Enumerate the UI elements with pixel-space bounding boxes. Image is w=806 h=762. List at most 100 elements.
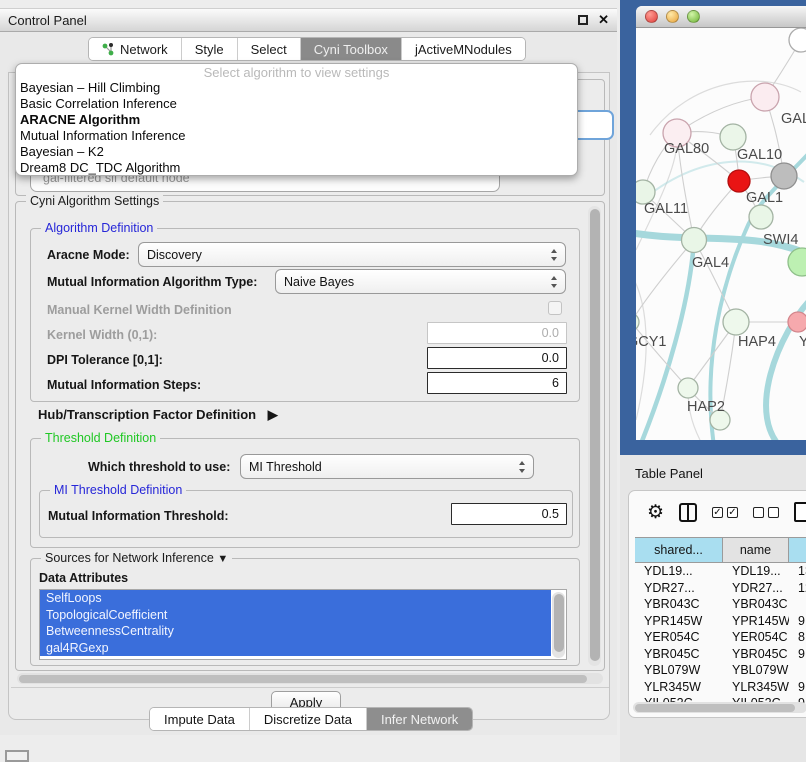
combo-stepper-icon bbox=[551, 246, 557, 264]
cell: YBR045C bbox=[635, 646, 723, 663]
select-all-columns-icon[interactable]: ✓ ✓ bbox=[712, 507, 738, 518]
manual-kernel-checkbox[interactable] bbox=[548, 301, 562, 315]
tab-jactivemnodules[interactable]: jActiveMNodules bbox=[402, 38, 525, 60]
table-row[interactable]: YER054C YER054C 8. bbox=[635, 629, 806, 646]
node-label: Y bbox=[799, 334, 806, 350]
checked-box-icon: ✓ bbox=[727, 507, 738, 518]
popup-item[interactable]: Dream8 DC_TDC Algorithm bbox=[16, 160, 577, 176]
column-header-partial[interactable] bbox=[789, 538, 806, 562]
unchecked-box-icon bbox=[753, 507, 764, 518]
node-gal4[interactable] bbox=[682, 228, 707, 253]
tab-cyni-toolbox[interactable]: Cyni Toolbox bbox=[301, 38, 402, 60]
popup-item[interactable]: Bayesian – Hill Climbing bbox=[16, 80, 577, 96]
list-scrollbar[interactable] bbox=[552, 592, 565, 658]
close-icon[interactable]: ✕ bbox=[598, 12, 609, 28]
node[interactable] bbox=[789, 28, 806, 52]
table-panel-card: ⚙ ✓ ✓ shared... name bbox=[628, 490, 806, 718]
table-row[interactable]: YDR27... YDR27... 12 bbox=[635, 580, 806, 597]
node[interactable] bbox=[751, 83, 779, 111]
popup-item[interactable]: Bayesian – K2 bbox=[16, 144, 577, 160]
close-window-icon[interactable] bbox=[645, 10, 658, 23]
aracne-mode-combo[interactable]: Discovery bbox=[138, 242, 566, 267]
table-row[interactable]: YPR145W YPR145W 9. bbox=[635, 613, 806, 630]
docked-panel-grip[interactable] bbox=[5, 750, 29, 762]
minimize-window-icon[interactable] bbox=[666, 10, 679, 23]
split-view-icon[interactable] bbox=[679, 503, 697, 522]
popup-item[interactable]: Mutual Information Inference bbox=[16, 128, 577, 144]
popup-placeholder: Select algorithm to view settings bbox=[16, 64, 577, 80]
gear-icon[interactable]: ⚙ bbox=[647, 501, 664, 524]
sources-group-title[interactable]: Sources for Network Inference ▼ bbox=[41, 551, 232, 565]
node-swi4[interactable] bbox=[749, 205, 773, 229]
node-gray[interactable] bbox=[771, 163, 797, 189]
list-item[interactable]: TopologicalCoefficient bbox=[40, 607, 551, 624]
table-panel: Table Panel ⚙ ✓ ✓ shared... name bbox=[620, 455, 806, 762]
kernel-width-field[interactable]: 0.0 bbox=[427, 322, 567, 344]
data-attributes-list[interactable]: SelfLoops TopologicalCoefficient Between… bbox=[39, 589, 567, 660]
table-row[interactable]: YDL19... YDL19... 13 bbox=[635, 563, 806, 580]
list-item[interactable]: gal4RGexp bbox=[40, 640, 551, 657]
table-hscrollbar[interactable] bbox=[633, 702, 806, 713]
network-canvas[interactable]: GAL GAL80 GAL10 GAL1 GAL11 SWI4 GAL4 GCY… bbox=[636, 28, 806, 440]
cell: YDR27... bbox=[635, 580, 723, 597]
cell: YBL079W bbox=[635, 662, 723, 679]
cell: YDL19... bbox=[635, 563, 723, 580]
cell: 9. bbox=[789, 646, 806, 663]
table-row[interactable]: YBL079W YBL079W bbox=[635, 662, 806, 679]
tab-select[interactable]: Select bbox=[238, 38, 301, 60]
zoom-window-icon[interactable] bbox=[687, 10, 700, 23]
network-window-titlebar[interactable] bbox=[636, 6, 806, 28]
node-salmon[interactable] bbox=[788, 312, 806, 332]
hub-definition-toggle[interactable]: Hub/Transcription Factor Definition ▶ bbox=[38, 407, 278, 423]
table-row[interactable]: YLR345W YLR345W 9. bbox=[635, 679, 806, 696]
tab-select-label: Select bbox=[251, 42, 287, 57]
tab-style[interactable]: Style bbox=[182, 38, 238, 60]
settings-group-title: Cyni Algorithm Settings bbox=[26, 194, 163, 208]
settings-scrollbar[interactable] bbox=[588, 206, 601, 666]
dpi-tolerance-field[interactable]: 0.0 bbox=[427, 347, 567, 369]
tab-discretize-data-label: Discretize Data bbox=[264, 712, 352, 727]
table-toolbar: ⚙ ✓ ✓ bbox=[629, 491, 806, 533]
cell: 9. bbox=[789, 679, 806, 696]
cell: YLR345W bbox=[723, 679, 789, 696]
node-label: GCY1 bbox=[636, 334, 667, 350]
mi-steps-field[interactable]: 6 bbox=[427, 372, 567, 394]
which-threshold-combo[interactable]: MI Threshold bbox=[240, 454, 534, 479]
page: Control Panel ✕ Network bbox=[0, 0, 806, 762]
deselect-all-columns-icon[interactable] bbox=[753, 507, 779, 518]
collapse-arrow-icon: ▼ bbox=[217, 553, 228, 565]
tab-discretize-data[interactable]: Discretize Data bbox=[250, 708, 367, 730]
node-bright-green[interactable] bbox=[788, 248, 806, 276]
mi-type-combo[interactable]: Naive Bayes bbox=[275, 269, 566, 294]
control-panel: Control Panel ✕ Network bbox=[0, 8, 617, 735]
table-row[interactable]: YBR043C YBR043C bbox=[635, 596, 806, 613]
column-header-shared-name[interactable]: shared... bbox=[635, 538, 723, 562]
manual-kernel-label: Manual Kernel Width Definition bbox=[47, 303, 232, 317]
network-view-frame: GAL GAL80 GAL10 GAL1 GAL11 SWI4 GAL4 GCY… bbox=[620, 0, 806, 455]
float-window-icon[interactable] bbox=[578, 15, 588, 25]
tab-infer-network[interactable]: Infer Network bbox=[367, 708, 472, 730]
popup-item[interactable]: Basic Correlation Inference bbox=[16, 96, 577, 112]
popup-item-selected[interactable]: ARACNE Algorithm bbox=[16, 112, 577, 128]
cell: 9. bbox=[789, 613, 806, 630]
aracne-mode-label: Aracne Mode: bbox=[47, 248, 130, 262]
node-table: shared... name YDL19... YDL19... 13 YDR2… bbox=[635, 537, 806, 703]
file-icon[interactable] bbox=[794, 502, 806, 522]
bottom-tabbar: Impute Data Discretize Data Infer Networ… bbox=[149, 707, 473, 731]
node-hap2[interactable] bbox=[678, 378, 698, 398]
control-panel-titlebar: Control Panel ✕ bbox=[0, 8, 617, 32]
node-gcy1[interactable] bbox=[636, 313, 639, 331]
node-label: HAP4 bbox=[738, 334, 776, 350]
settings-hscrollbar[interactable] bbox=[17, 673, 603, 684]
data-attributes-label: Data Attributes bbox=[39, 571, 128, 585]
mi-threshold-field[interactable]: 0.5 bbox=[451, 503, 567, 525]
tab-impute-data[interactable]: Impute Data bbox=[150, 708, 250, 730]
table-row[interactable]: YBR045C YBR045C 9. bbox=[635, 646, 806, 663]
column-header-name[interactable]: name bbox=[723, 538, 789, 562]
node-hap4[interactable] bbox=[723, 309, 749, 335]
list-item[interactable]: SelfLoops bbox=[40, 590, 551, 607]
list-item[interactable]: BetweennessCentrality bbox=[40, 623, 551, 640]
node-gal1-selected[interactable] bbox=[728, 170, 750, 192]
tab-infer-network-label: Infer Network bbox=[381, 712, 458, 727]
tab-network[interactable]: Network bbox=[89, 38, 182, 60]
